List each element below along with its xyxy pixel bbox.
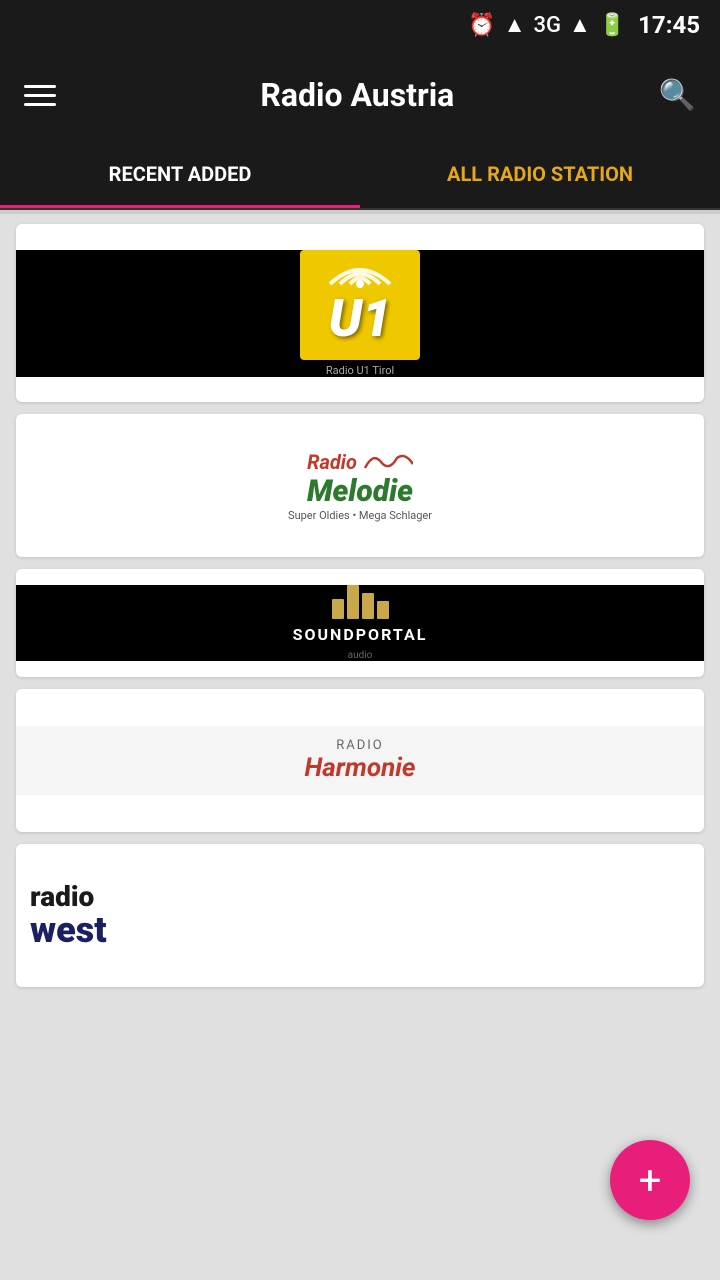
menu-line-2 bbox=[24, 94, 56, 97]
search-button[interactable]: 🔍 bbox=[659, 78, 696, 113]
station-card-west[interactable]: radio west Radio West Österreich bbox=[16, 844, 704, 987]
station-logo-west: radio west bbox=[16, 866, 704, 965]
harmonie-radio-label: RADIO bbox=[304, 738, 415, 753]
u1-text: U1 bbox=[329, 293, 392, 345]
harmonie-text-block: RADIO Harmonie bbox=[304, 738, 415, 783]
menu-line-3 bbox=[24, 103, 56, 106]
station-card-harmonie[interactable]: RADIO Harmonie Radio Harmonie Österreich bbox=[16, 689, 704, 832]
station-logo-melodie: Radio Melodie Super Oldies • Mega Schlag… bbox=[16, 442, 704, 530]
sp-bar-1 bbox=[332, 599, 344, 619]
menu-line-1 bbox=[24, 85, 56, 88]
sp-bar-4 bbox=[377, 601, 389, 619]
signal-icon: ▲ bbox=[569, 12, 591, 38]
soundportal-bars bbox=[332, 585, 389, 619]
sp-bar-2 bbox=[347, 585, 359, 619]
station-card-melodie[interactable]: Radio Melodie Super Oldies • Mega Schlag… bbox=[16, 414, 704, 557]
station-card-soundportal[interactable]: SOUNDPORTAL audio Soundportal Österreich bbox=[16, 569, 704, 677]
app-title: Radio Austria bbox=[56, 76, 659, 114]
harmonie-name: Harmonie bbox=[304, 753, 415, 783]
u1-background: U1 bbox=[300, 250, 420, 360]
status-time: 17:45 bbox=[638, 11, 700, 39]
station-logo-soundportal: SOUNDPORTAL audio bbox=[16, 585, 704, 661]
melodie-wave-icon bbox=[363, 450, 413, 474]
u1-wifi-arcs bbox=[325, 254, 395, 289]
station-card-u1tirol[interactable]: U1 Radio U1 Tirol Radio U1 Tirol Österre… bbox=[16, 224, 704, 402]
tab-all-radio[interactable]: ALL RADIO STATION bbox=[360, 140, 720, 208]
tab-recent-added[interactable]: RECENT ADDED bbox=[0, 140, 360, 208]
soundportal-text: SOUNDPORTAL bbox=[293, 625, 428, 644]
sp-bar-3 bbox=[362, 593, 374, 619]
station-logo-harmonie: RADIO Harmonie bbox=[16, 726, 704, 795]
battery-icon: 🔋 bbox=[599, 13, 626, 38]
app-bar: Radio Austria 🔍 bbox=[0, 50, 720, 140]
wifi-icon: ▲ bbox=[504, 12, 526, 38]
west-name-label: west bbox=[30, 909, 107, 951]
station-logo-u1tirol: U1 Radio U1 Tirol bbox=[16, 250, 704, 377]
melodie-main-text: Melodie bbox=[307, 474, 413, 509]
status-icons: ⏰ ▲ 3G ▲ 🔋 bbox=[468, 12, 626, 38]
add-station-fab[interactable]: + bbox=[610, 1140, 690, 1220]
soundportal-sub: audio bbox=[348, 650, 373, 661]
melodie-sub-text: Super Oldies • Mega Schlager bbox=[288, 509, 432, 522]
menu-button[interactable] bbox=[24, 85, 56, 106]
melodie-logo-top: Radio bbox=[307, 450, 413, 474]
u1-label: Radio U1 Tirol bbox=[326, 364, 394, 377]
fab-plus-icon: + bbox=[639, 1157, 662, 1204]
melodie-radio-text: Radio bbox=[307, 450, 357, 474]
station-list: U1 Radio U1 Tirol Radio U1 Tirol Österre… bbox=[0, 214, 720, 1087]
tabs-container: RECENT ADDED ALL RADIO STATION bbox=[0, 140, 720, 210]
network-label: 3G bbox=[533, 13, 561, 38]
status-bar: ⏰ ▲ 3G ▲ 🔋 17:45 bbox=[0, 0, 720, 50]
alarm-icon: ⏰ bbox=[468, 13, 495, 38]
